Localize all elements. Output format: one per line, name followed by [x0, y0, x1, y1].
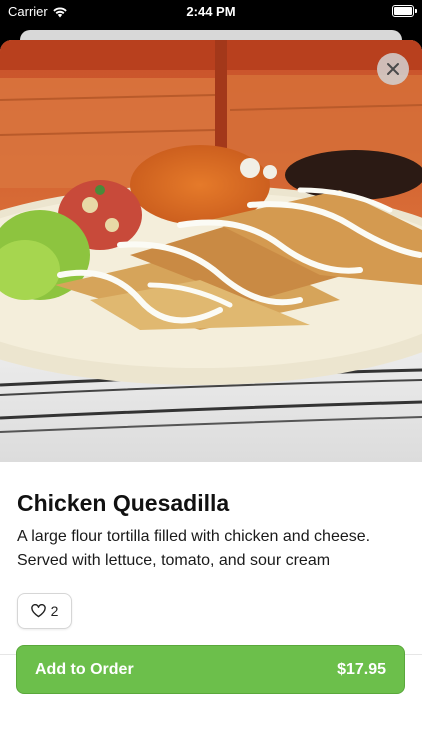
add-to-order-label: Add to Order	[35, 660, 134, 678]
like-count: 2	[50, 603, 59, 619]
clock: 2:44 PM	[186, 4, 236, 19]
price-label: $17.95	[337, 660, 386, 678]
item-photo	[0, 40, 422, 462]
item-description: A large flour tortilla filled with chick…	[17, 528, 371, 569]
status-bar: Carrier 2:44 PM	[0, 0, 422, 24]
add-to-order-button[interactable]: Add to Order $17.95	[16, 645, 405, 694]
item-title: Chicken Quesadilla	[17, 490, 230, 516]
like-button[interactable]: 2	[17, 593, 72, 629]
battery-icon	[392, 5, 417, 17]
heart-icon	[30, 604, 46, 618]
close-button[interactable]	[377, 53, 409, 85]
item-detail-sheet: Chicken Quesadilla A large flour tortill…	[0, 40, 422, 750]
close-icon	[387, 63, 399, 75]
